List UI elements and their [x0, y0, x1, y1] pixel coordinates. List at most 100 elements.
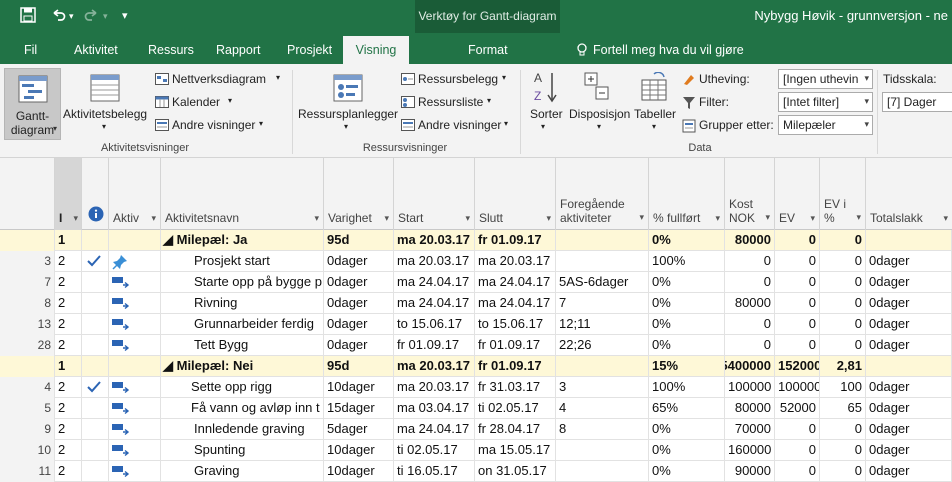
- cell-total-slack[interactable]: [866, 230, 952, 251]
- table-row[interactable]: 4 2 Sette opp rigg 10dager ma 20.03.17 fr 31.…: [0, 377, 952, 398]
- cell-ev[interactable]: 52000: [775, 398, 820, 419]
- cell-duration[interactable]: 0dager: [324, 293, 394, 314]
- cell-task-mode[interactable]: [109, 377, 161, 398]
- column-header-aktiv[interactable]: Aktiv ▾: [109, 158, 161, 230]
- cell-ev[interactable]: 0: [775, 272, 820, 293]
- row-id[interactable]: [0, 356, 55, 377]
- column-header-totalslakk[interactable]: Totalslakk ▾: [866, 158, 952, 230]
- cell-duration[interactable]: 10dager: [324, 377, 394, 398]
- cell-task-name[interactable]: Starte opp på bygge p: [161, 272, 324, 293]
- cell-level[interactable]: 2: [55, 293, 82, 314]
- tabeller-button[interactable]: Tabeller: [634, 107, 676, 121]
- cell-task-mode[interactable]: [109, 314, 161, 335]
- cell-ev[interactable]: 0: [775, 293, 820, 314]
- cell-cost[interactable]: 0: [725, 314, 775, 335]
- cell-cost[interactable]: 80000: [725, 398, 775, 419]
- row-id[interactable]: 8: [0, 293, 55, 314]
- ressursplanlegger-button[interactable]: Ressursplanlegger: [298, 107, 398, 121]
- cell-percent-complete[interactable]: 65%: [649, 398, 725, 419]
- cell-ev-percent[interactable]: 0: [820, 293, 866, 314]
- cell-finish[interactable]: fr 01.09.17: [475, 356, 556, 377]
- cell-level[interactable]: 2: [55, 419, 82, 440]
- column-header-ev-prosent[interactable]: EV i % ▾: [820, 158, 866, 230]
- undo-icon[interactable]: [50, 7, 66, 27]
- cell-task-name[interactable]: Spunting: [161, 440, 324, 461]
- cell-finish[interactable]: ma 20.03.17: [475, 251, 556, 272]
- cell-predecessors[interactable]: 3: [556, 377, 649, 398]
- table-row[interactable]: 8 2 Rivning 0dager ma 24.04.17 ma 24.04.17 7 0%…: [0, 293, 952, 314]
- table-row[interactable]: 7 2 Starte opp på bygge p 0dager ma 24.04.17…: [0, 272, 952, 293]
- cell-total-slack[interactable]: 0dager: [866, 293, 952, 314]
- cell-percent-complete[interactable]: 0%: [649, 440, 725, 461]
- cell-ev[interactable]: 152000: [775, 356, 820, 377]
- column-header-kost[interactable]: Kost NOK ▾: [725, 158, 775, 230]
- cell-finish[interactable]: ma 24.04.17: [475, 272, 556, 293]
- cell-task-mode[interactable]: [109, 293, 161, 314]
- cell-cost[interactable]: 100000: [725, 377, 775, 398]
- cell-indicator[interactable]: [82, 272, 109, 293]
- cell-predecessors[interactable]: 4: [556, 398, 649, 419]
- cell-task-name[interactable]: Sette opp rigg: [161, 377, 324, 398]
- cell-finish[interactable]: fr 28.04.17: [475, 419, 556, 440]
- column-header-level[interactable]: I ▾: [55, 158, 82, 230]
- cell-percent-complete[interactable]: 0%: [649, 293, 725, 314]
- column-header-aktivitetsnavn[interactable]: Aktivitetsnavn ▾: [161, 158, 324, 230]
- row-id[interactable]: 13: [0, 314, 55, 335]
- cell-ev-percent[interactable]: 100: [820, 377, 866, 398]
- column-header-varighet[interactable]: Varighet ▾: [324, 158, 394, 230]
- nettverksdiagram-button[interactable]: Nettverksdiagram: [172, 72, 266, 86]
- cell-total-slack[interactable]: 0dager: [866, 398, 952, 419]
- row-id[interactable]: 4: [0, 377, 55, 398]
- cell-predecessors[interactable]: [556, 251, 649, 272]
- cell-ev-percent[interactable]: 0: [820, 419, 866, 440]
- cell-finish[interactable]: ti 02.05.17: [475, 398, 556, 419]
- aktivitetsbelegg-button[interactable]: Aktivitetsbelegg: [63, 107, 147, 121]
- cell-indicator[interactable]: [82, 377, 109, 398]
- cell-task-name[interactable]: ◢ Milepæl: Ja: [161, 230, 324, 251]
- cell-total-slack[interactable]: [866, 356, 952, 377]
- summary-row[interactable]: 1 ◢ Milepæl: Ja 95d ma 20.03.17 fr 01.09.17 0…: [0, 230, 952, 251]
- select-all-corner[interactable]: [0, 158, 55, 230]
- row-id[interactable]: 28: [0, 335, 55, 356]
- table-row[interactable]: 13 2 Grunnarbeider ferdig 0dager to 15.06.17…: [0, 314, 952, 335]
- table-row[interactable]: 9 2 Innledende graving 5dager ma 24.04.17 fr …: [0, 419, 952, 440]
- cell-ev-percent[interactable]: 0: [820, 251, 866, 272]
- cell-duration[interactable]: 0dager: [324, 251, 394, 272]
- column-header-start[interactable]: Start ▾: [394, 158, 475, 230]
- ressursliste-button[interactable]: Ressursliste: [418, 95, 483, 109]
- cell-cost[interactable]: 160000: [725, 440, 775, 461]
- cell-ev-percent[interactable]: 0: [820, 314, 866, 335]
- sort-icon[interactable]: A Z: [532, 70, 560, 104]
- tab-fil[interactable]: Fil: [24, 43, 37, 57]
- cell-percent-complete[interactable]: 0%: [649, 272, 725, 293]
- cell-finish[interactable]: ma 24.04.17: [475, 293, 556, 314]
- column-header-ev[interactable]: EV ▾: [775, 158, 820, 230]
- tidsskala-combo[interactable]: [7] Dager: [882, 92, 952, 112]
- cell-ev[interactable]: 0: [775, 230, 820, 251]
- tell-me-search[interactable]: Fortell meg hva du vil gjøre: [593, 43, 744, 57]
- cell-predecessors[interactable]: [556, 440, 649, 461]
- tab-ressurs[interactable]: Ressurs: [148, 43, 194, 57]
- cell-indicator[interactable]: [82, 314, 109, 335]
- tab-visning[interactable]: Visning: [343, 36, 409, 64]
- tab-prosjekt[interactable]: Prosjekt: [287, 43, 332, 57]
- cell-percent-complete[interactable]: 15%: [649, 356, 725, 377]
- cell-level[interactable]: 1: [55, 230, 82, 251]
- cell-task-mode[interactable]: [109, 230, 161, 251]
- column-header-fullfort[interactable]: % fullført ▾: [649, 158, 725, 230]
- cell-ev[interactable]: 0: [775, 314, 820, 335]
- cell-level[interactable]: 2: [55, 251, 82, 272]
- row-id[interactable]: 3: [0, 251, 55, 272]
- cell-cost[interactable]: 0: [725, 335, 775, 356]
- cell-total-slack[interactable]: 0dager: [866, 419, 952, 440]
- save-icon[interactable]: [20, 7, 36, 27]
- sorter-button[interactable]: Sorter: [530, 107, 563, 121]
- cell-ev[interactable]: 0: [775, 440, 820, 461]
- table-row[interactable]: 28 2 Tett Bygg 0dager fr 01.09.17 fr 01.09.17…: [0, 335, 952, 356]
- cell-start[interactable]: ma 20.03.17: [394, 251, 475, 272]
- cell-task-mode[interactable]: [109, 251, 161, 272]
- cell-finish[interactable]: to 15.06.17: [475, 314, 556, 335]
- cell-task-mode[interactable]: [109, 419, 161, 440]
- cell-cost[interactable]: 80000: [725, 293, 775, 314]
- cell-task-mode[interactable]: [109, 335, 161, 356]
